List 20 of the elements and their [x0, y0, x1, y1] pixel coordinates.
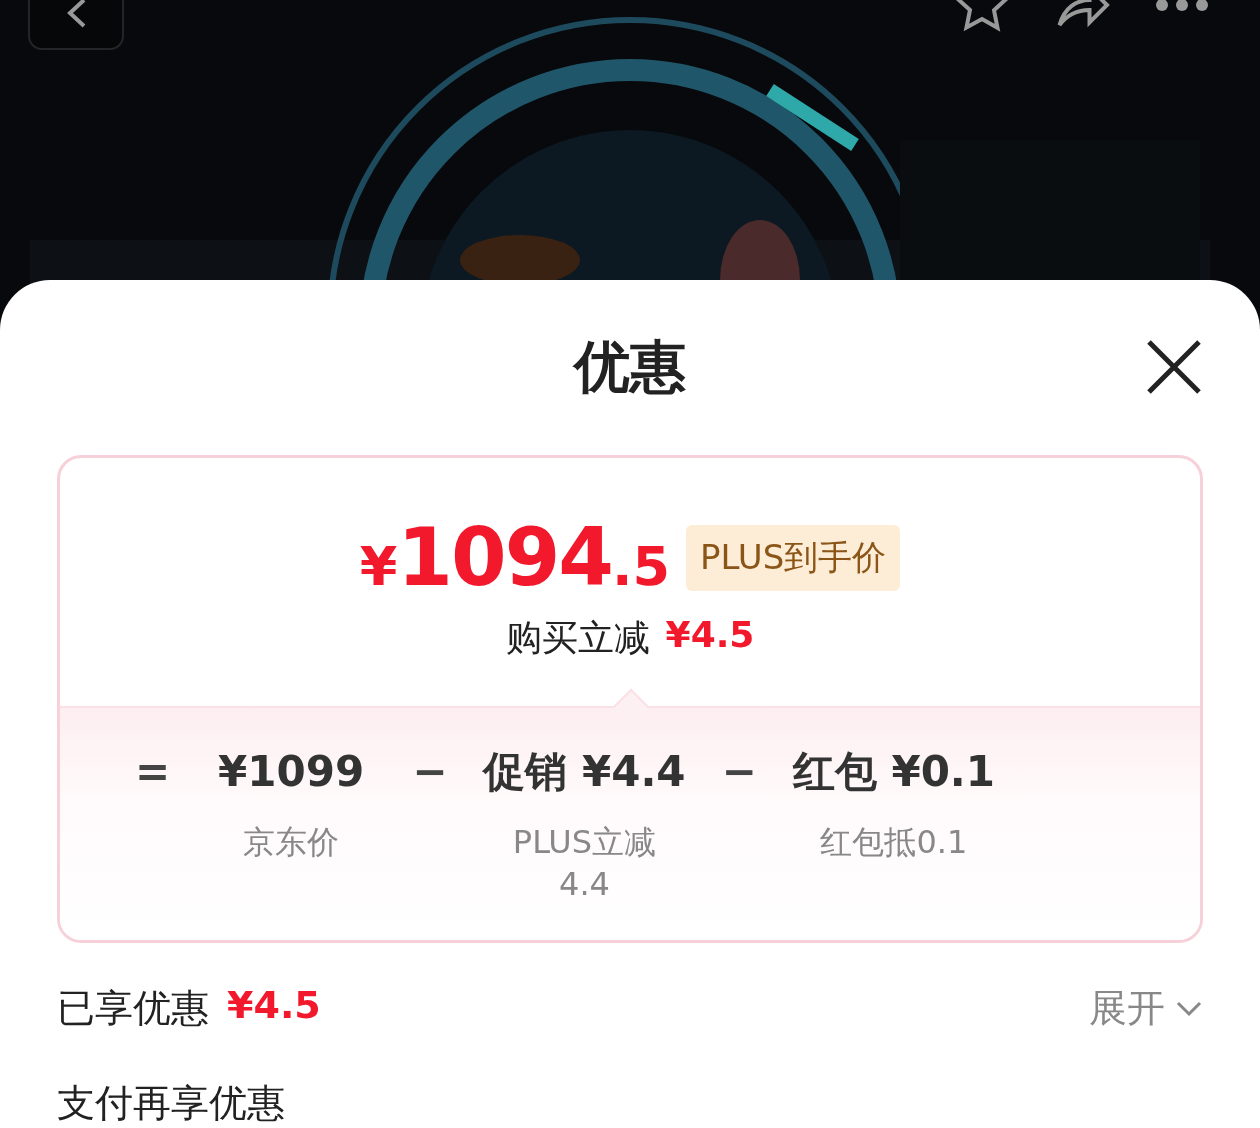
- sheet-title: 优惠: [574, 332, 686, 401]
- close-button[interactable]: [1145, 338, 1203, 396]
- price-term: 促销 ¥4.4: [483, 746, 686, 798]
- discount-label: 购买立减: [505, 616, 650, 660]
- enjoyed-amount: ¥4.5: [227, 983, 321, 1029]
- payment-offers-heading: 支付再享优惠: [57, 1080, 286, 1127]
- discount-amount: ¥4.5: [665, 614, 755, 657]
- price-term: ¥1099: [218, 746, 365, 798]
- operator-sign: =: [134, 746, 171, 798]
- chevron-down-icon: [1175, 999, 1203, 1018]
- final-price: ¥1094.5: [359, 518, 671, 598]
- enjoyed-label: 已享优惠: [57, 985, 209, 1032]
- term-note: 京东价: [242, 822, 341, 863]
- expand-toggle[interactable]: 展开: [1089, 983, 1203, 1034]
- price-badge: PLUS到手价: [686, 525, 901, 591]
- operator-sign: −: [412, 746, 448, 798]
- term-note: PLUS立减4.4: [511, 822, 658, 905]
- operator-sign: −: [721, 746, 757, 798]
- price-term: 红包 ¥0.1: [792, 746, 996, 798]
- term-note: 红包抵0.1: [819, 822, 969, 863]
